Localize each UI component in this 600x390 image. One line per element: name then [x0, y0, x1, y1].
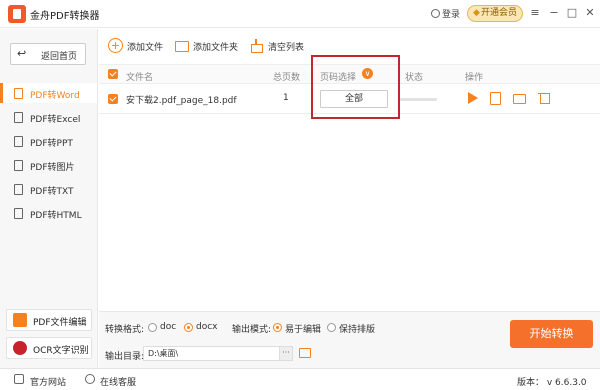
support-icon — [85, 374, 95, 384]
app-logo-icon — [8, 5, 26, 23]
sidebar-item-label: PDF转HTML — [30, 211, 82, 221]
sidebar-item-label: PDF转Word — [30, 91, 80, 101]
home-label: 返回首页 — [41, 52, 78, 62]
sidebar-item-pdf-to-word[interactable]: PDF转Word — [0, 83, 97, 103]
status-bar: 官方网站 在线客服 版本： v 6.6.3.0 — [0, 368, 600, 390]
document-icon — [14, 184, 23, 195]
sidebar-item-label: PDF转PPT — [30, 139, 73, 149]
menu-icon[interactable]: ≡ — [529, 6, 541, 20]
row-total-pages: 1 — [283, 93, 289, 103]
document-icon[interactable] — [488, 91, 502, 105]
highlight-box — [311, 55, 400, 119]
sidebar-item-label: PDF转TXT — [30, 187, 74, 197]
sidebar-item-pdf-to-html[interactable]: PDF转HTML — [0, 203, 97, 223]
format-doc-radio[interactable] — [148, 323, 157, 332]
document-icon — [14, 88, 23, 99]
home-button[interactable]: ↩ 返回首页 — [10, 43, 86, 65]
progress-bar — [398, 98, 437, 101]
document-icon — [14, 208, 23, 219]
column-status: 状态 — [405, 73, 424, 83]
format-docx-radio[interactable] — [184, 323, 193, 332]
mode-editable-radio[interactable] — [273, 323, 282, 332]
column-total-pages: 总页数 — [273, 73, 301, 83]
browse-button[interactable]: ··· — [279, 346, 293, 361]
folder-icon[interactable] — [512, 91, 526, 105]
ocr-button[interactable]: OCR文字识别 — [6, 337, 92, 359]
trash-icon[interactable] — [537, 91, 551, 105]
row-filename: 安下载2.pdf_page_18.pdf — [126, 96, 237, 106]
row-checkbox[interactable] — [108, 94, 118, 104]
sidebar-item-pdf-to-excel[interactable]: PDF转Excel — [0, 107, 97, 127]
support-link[interactable]: 在线客服 — [100, 375, 136, 388]
pdf-edit-label: PDF文件编辑 — [33, 318, 87, 328]
sidebar-item-pdf-to-txt[interactable]: PDF转TXT — [0, 179, 97, 199]
home-icon — [14, 374, 24, 384]
login-button[interactable]: 登录 — [431, 7, 460, 20]
document-icon — [14, 136, 23, 147]
add-folder-label: 添加文件夹 — [193, 43, 239, 53]
document-icon — [14, 112, 23, 123]
mode-layout-label: 保持排版 — [339, 325, 376, 335]
plus-icon: + — [108, 38, 123, 53]
start-convert-button[interactable]: 开始转换 — [510, 320, 593, 348]
ocr-label: OCR文字识别 — [33, 346, 89, 356]
clear-list-button[interactable]: 清空列表 — [249, 37, 307, 55]
mode-label: 输出模式: — [232, 325, 272, 335]
open-folder-icon[interactable] — [299, 348, 311, 358]
version-text: 版本： v 6.6.3.0 — [517, 378, 587, 388]
format-label: 转换格式: — [105, 325, 145, 335]
maximize-button[interactable]: □ — [566, 6, 578, 20]
add-file-button[interactable]: + 添加文件 — [108, 37, 168, 55]
minimize-button[interactable]: − — [548, 6, 560, 20]
sidebar-item-pdf-to-image[interactable]: PDF转图片 — [0, 155, 97, 175]
sidebar-item-label: PDF转Excel — [30, 115, 81, 125]
back-arrow-icon: ↩ — [17, 47, 27, 60]
mode-layout-radio[interactable] — [327, 323, 336, 332]
output-dir-field[interactable]: D:\桌面\ — [143, 346, 283, 361]
title-bar: 金舟PDF转换器 登录 ◆开通会员 ≡ − □ ✕ — [0, 0, 600, 28]
vip-button[interactable]: ◆开通会员 — [467, 5, 523, 22]
pdf-edit-button[interactable]: PDF文件编辑 — [6, 309, 92, 331]
bottom-panel: 转换格式: doc docx 输出模式: 易于编辑 保持排版 输出目录: D:\… — [99, 311, 600, 368]
column-actions: 操作 — [465, 73, 484, 83]
pdf-edit-icon — [13, 313, 27, 327]
vip-label: 开通会员 — [480, 8, 517, 18]
format-docx-label: docx — [196, 322, 218, 332]
mode-editable-label: 易于编辑 — [285, 325, 322, 335]
column-filename: 文件名 — [126, 73, 154, 83]
broom-icon — [249, 38, 264, 53]
select-all-checkbox[interactable] — [108, 69, 118, 79]
folder-icon — [174, 38, 189, 53]
dir-label: 输出目录: — [105, 352, 145, 362]
add-folder-button[interactable]: 添加文件夹 — [174, 37, 242, 55]
add-file-label: 添加文件 — [127, 43, 164, 53]
app-title: 金舟PDF转换器 — [30, 11, 100, 22]
format-doc-label: doc — [160, 322, 177, 332]
ocr-icon — [13, 341, 27, 355]
diamond-icon: ◆ — [473, 8, 480, 18]
website-link[interactable]: 官方网站 — [30, 375, 66, 388]
play-icon[interactable] — [465, 91, 479, 105]
sidebar-item-label: PDF转图片 — [30, 163, 75, 173]
image-icon — [14, 160, 23, 171]
clear-list-label: 清空列表 — [268, 43, 305, 53]
close-button[interactable]: ✕ — [584, 6, 596, 20]
sidebar: ↩ 返回首页 PDF转Word PDF转Excel PDF转PPT PDF转图片… — [0, 29, 98, 368]
user-icon — [431, 9, 440, 18]
login-label: 登录 — [442, 10, 461, 20]
sidebar-item-pdf-to-ppt[interactable]: PDF转PPT — [0, 131, 97, 151]
